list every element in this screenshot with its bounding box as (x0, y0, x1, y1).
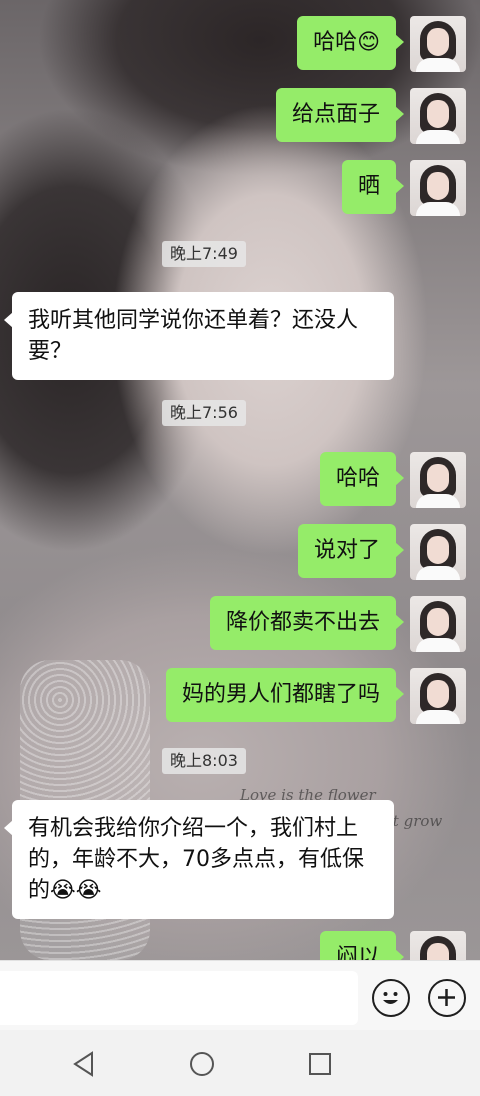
outgoing-message-bubble[interactable]: 哈哈😊 (297, 16, 404, 70)
circle-home-icon[interactable] (188, 1050, 216, 1078)
outgoing-message-bubble[interactable]: 给点面子 (275, 88, 405, 142)
outgoing-message-bubble[interactable]: 哈哈 (319, 452, 405, 506)
incoming-message-bubble[interactable]: 我听其他同学说你还单着？还没人要？ (4, 292, 394, 380)
outgoing-message-bubble[interactable]: 闷以 (319, 931, 405, 960)
outgoing-message-bubble[interactable]: 晒 (341, 160, 405, 214)
square-recent-icon[interactable] (306, 1050, 334, 1078)
message-row: 说对了 (297, 524, 466, 580)
my-avatar[interactable] (410, 524, 466, 580)
my-avatar[interactable] (410, 668, 466, 724)
message-row: 晒 (341, 160, 466, 216)
my-avatar[interactable] (410, 88, 466, 144)
outgoing-message-bubble[interactable]: 降价都卖不出去 (209, 596, 405, 650)
timestamp-badge: 晚上8:03 (162, 748, 246, 774)
my-avatar[interactable] (410, 160, 466, 216)
timestamp-badge: 晚上7:56 (162, 400, 246, 426)
outgoing-message-bubble[interactable]: 说对了 (297, 524, 405, 578)
system-navigation-bar (0, 1030, 480, 1096)
message-row: 妈的男人们都瞎了吗 (165, 668, 466, 724)
message-row: 我听其他同学说你还单着？还没人要？ (4, 292, 394, 380)
my-avatar[interactable] (410, 452, 466, 508)
message-row: 闷以 (319, 931, 466, 960)
message-input[interactable] (0, 971, 358, 1025)
message-row: 降价都卖不出去 (209, 596, 466, 652)
smiley-icon[interactable] (372, 979, 410, 1017)
my-avatar[interactable] (410, 596, 466, 652)
message-row: 给点面子 (275, 88, 466, 144)
my-avatar[interactable] (410, 931, 466, 960)
timestamp-badge: 晚上7:49 (162, 241, 246, 267)
plus-circle-icon[interactable] (428, 979, 466, 1017)
message-list[interactable]: 哈哈😊 给点面子 晒 晚上7:49 我听其他同学说你还单着？还没人要？ 晚上7:… (0, 0, 480, 960)
message-row: 哈哈 (319, 452, 466, 508)
chat-input-bar (0, 960, 480, 1030)
incoming-message-bubble[interactable]: 有机会我给你介绍一个，我们村上的，年龄不大，70多点点，有低保的😭😭 (4, 800, 394, 919)
triangle-back-icon[interactable] (70, 1050, 98, 1078)
outgoing-message-bubble[interactable]: 妈的男人们都瞎了吗 (165, 668, 405, 722)
my-avatar[interactable] (410, 16, 466, 72)
message-row: 有机会我给你介绍一个，我们村上的，年龄不大，70多点点，有低保的😭😭 (4, 800, 394, 919)
message-row: 哈哈😊 (297, 16, 466, 72)
